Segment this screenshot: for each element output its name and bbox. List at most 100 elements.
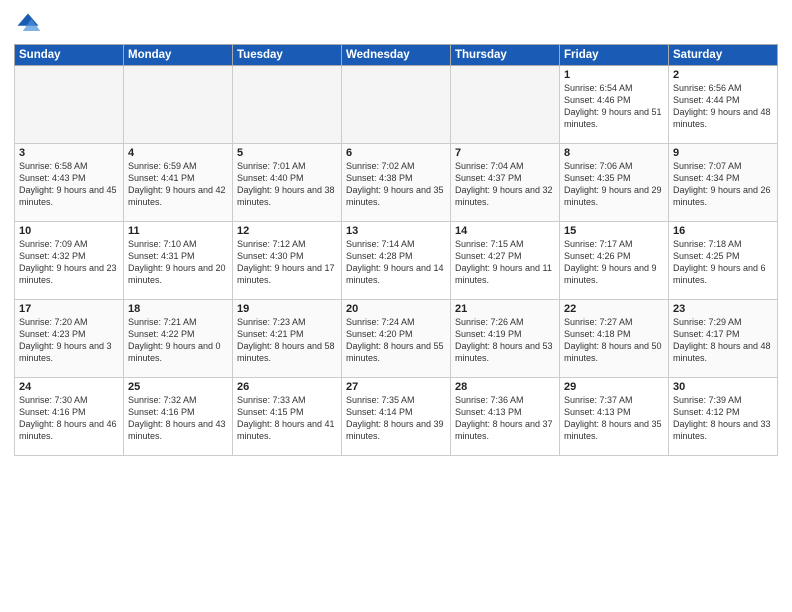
calendar-cell [15, 66, 124, 144]
calendar-cell: 15Sunrise: 7:17 AM Sunset: 4:26 PM Dayli… [560, 222, 669, 300]
day-info: Sunrise: 7:29 AM Sunset: 4:17 PM Dayligh… [673, 316, 773, 365]
day-number: 18 [128, 303, 228, 315]
day-number: 30 [673, 381, 773, 393]
day-number: 15 [564, 225, 664, 237]
day-info: Sunrise: 7:24 AM Sunset: 4:20 PM Dayligh… [346, 316, 446, 365]
calendar-cell: 6Sunrise: 7:02 AM Sunset: 4:38 PM Daylig… [342, 144, 451, 222]
day-info: Sunrise: 7:33 AM Sunset: 4:15 PM Dayligh… [237, 394, 337, 443]
day-info: Sunrise: 7:02 AM Sunset: 4:38 PM Dayligh… [346, 160, 446, 209]
calendar-cell: 13Sunrise: 7:14 AM Sunset: 4:28 PM Dayli… [342, 222, 451, 300]
day-info: Sunrise: 7:14 AM Sunset: 4:28 PM Dayligh… [346, 238, 446, 287]
calendar-week-3: 10Sunrise: 7:09 AM Sunset: 4:32 PM Dayli… [15, 222, 778, 300]
calendar-cell: 3Sunrise: 6:58 AM Sunset: 4:43 PM Daylig… [15, 144, 124, 222]
calendar-cell: 29Sunrise: 7:37 AM Sunset: 4:13 PM Dayli… [560, 378, 669, 456]
day-info: Sunrise: 7:01 AM Sunset: 4:40 PM Dayligh… [237, 160, 337, 209]
day-number: 11 [128, 225, 228, 237]
weekday-header-sunday: Sunday [15, 45, 124, 66]
calendar-cell: 24Sunrise: 7:30 AM Sunset: 4:16 PM Dayli… [15, 378, 124, 456]
day-info: Sunrise: 7:18 AM Sunset: 4:25 PM Dayligh… [673, 238, 773, 287]
calendar-cell: 20Sunrise: 7:24 AM Sunset: 4:20 PM Dayli… [342, 300, 451, 378]
day-info: Sunrise: 7:39 AM Sunset: 4:12 PM Dayligh… [673, 394, 773, 443]
day-info: Sunrise: 6:58 AM Sunset: 4:43 PM Dayligh… [19, 160, 119, 209]
calendar-cell [451, 66, 560, 144]
weekday-header-saturday: Saturday [669, 45, 778, 66]
day-info: Sunrise: 7:37 AM Sunset: 4:13 PM Dayligh… [564, 394, 664, 443]
calendar-table: SundayMondayTuesdayWednesdayThursdayFrid… [14, 44, 778, 456]
calendar-cell [124, 66, 233, 144]
day-info: Sunrise: 7:04 AM Sunset: 4:37 PM Dayligh… [455, 160, 555, 209]
day-info: Sunrise: 7:12 AM Sunset: 4:30 PM Dayligh… [237, 238, 337, 287]
day-number: 12 [237, 225, 337, 237]
calendar-cell: 30Sunrise: 7:39 AM Sunset: 4:12 PM Dayli… [669, 378, 778, 456]
calendar-cell: 4Sunrise: 6:59 AM Sunset: 4:41 PM Daylig… [124, 144, 233, 222]
logo-icon [14, 10, 42, 38]
calendar-cell: 26Sunrise: 7:33 AM Sunset: 4:15 PM Dayli… [233, 378, 342, 456]
day-info: Sunrise: 6:54 AM Sunset: 4:46 PM Dayligh… [564, 82, 664, 131]
calendar-week-2: 3Sunrise: 6:58 AM Sunset: 4:43 PM Daylig… [15, 144, 778, 222]
day-info: Sunrise: 7:23 AM Sunset: 4:21 PM Dayligh… [237, 316, 337, 365]
weekday-header-tuesday: Tuesday [233, 45, 342, 66]
day-number: 6 [346, 147, 446, 159]
calendar-cell: 7Sunrise: 7:04 AM Sunset: 4:37 PM Daylig… [451, 144, 560, 222]
day-number: 23 [673, 303, 773, 315]
day-info: Sunrise: 7:27 AM Sunset: 4:18 PM Dayligh… [564, 316, 664, 365]
calendar-cell: 2Sunrise: 6:56 AM Sunset: 4:44 PM Daylig… [669, 66, 778, 144]
calendar-cell [342, 66, 451, 144]
calendar-week-5: 24Sunrise: 7:30 AM Sunset: 4:16 PM Dayli… [15, 378, 778, 456]
calendar-cell: 16Sunrise: 7:18 AM Sunset: 4:25 PM Dayli… [669, 222, 778, 300]
weekday-header-friday: Friday [560, 45, 669, 66]
day-info: Sunrise: 7:06 AM Sunset: 4:35 PM Dayligh… [564, 160, 664, 209]
calendar-cell: 22Sunrise: 7:27 AM Sunset: 4:18 PM Dayli… [560, 300, 669, 378]
day-number: 8 [564, 147, 664, 159]
day-number: 28 [455, 381, 555, 393]
logo [14, 10, 46, 38]
day-info: Sunrise: 7:35 AM Sunset: 4:14 PM Dayligh… [346, 394, 446, 443]
header [14, 10, 778, 38]
day-number: 10 [19, 225, 119, 237]
calendar-cell [233, 66, 342, 144]
day-info: Sunrise: 7:20 AM Sunset: 4:23 PM Dayligh… [19, 316, 119, 365]
calendar-cell: 8Sunrise: 7:06 AM Sunset: 4:35 PM Daylig… [560, 144, 669, 222]
day-number: 24 [19, 381, 119, 393]
weekday-header-monday: Monday [124, 45, 233, 66]
day-number: 3 [19, 147, 119, 159]
calendar-cell: 25Sunrise: 7:32 AM Sunset: 4:16 PM Dayli… [124, 378, 233, 456]
day-info: Sunrise: 7:21 AM Sunset: 4:22 PM Dayligh… [128, 316, 228, 365]
calendar-week-1: 1Sunrise: 6:54 AM Sunset: 4:46 PM Daylig… [15, 66, 778, 144]
calendar-cell: 18Sunrise: 7:21 AM Sunset: 4:22 PM Dayli… [124, 300, 233, 378]
calendar-header-row: SundayMondayTuesdayWednesdayThursdayFrid… [15, 45, 778, 66]
day-info: Sunrise: 6:59 AM Sunset: 4:41 PM Dayligh… [128, 160, 228, 209]
weekday-header-wednesday: Wednesday [342, 45, 451, 66]
calendar-cell: 10Sunrise: 7:09 AM Sunset: 4:32 PM Dayli… [15, 222, 124, 300]
day-number: 2 [673, 69, 773, 81]
day-number: 25 [128, 381, 228, 393]
calendar-cell: 21Sunrise: 7:26 AM Sunset: 4:19 PM Dayli… [451, 300, 560, 378]
day-number: 17 [19, 303, 119, 315]
day-info: Sunrise: 7:30 AM Sunset: 4:16 PM Dayligh… [19, 394, 119, 443]
day-number: 16 [673, 225, 773, 237]
day-number: 19 [237, 303, 337, 315]
day-number: 1 [564, 69, 664, 81]
calendar-cell: 1Sunrise: 6:54 AM Sunset: 4:46 PM Daylig… [560, 66, 669, 144]
day-info: Sunrise: 7:10 AM Sunset: 4:31 PM Dayligh… [128, 238, 228, 287]
weekday-header-thursday: Thursday [451, 45, 560, 66]
day-info: Sunrise: 7:17 AM Sunset: 4:26 PM Dayligh… [564, 238, 664, 287]
day-number: 5 [237, 147, 337, 159]
calendar-cell: 12Sunrise: 7:12 AM Sunset: 4:30 PM Dayli… [233, 222, 342, 300]
day-number: 21 [455, 303, 555, 315]
day-info: Sunrise: 7:32 AM Sunset: 4:16 PM Dayligh… [128, 394, 228, 443]
day-info: Sunrise: 7:15 AM Sunset: 4:27 PM Dayligh… [455, 238, 555, 287]
page: SundayMondayTuesdayWednesdayThursdayFrid… [0, 0, 792, 612]
calendar-cell: 27Sunrise: 7:35 AM Sunset: 4:14 PM Dayli… [342, 378, 451, 456]
calendar-cell: 11Sunrise: 7:10 AM Sunset: 4:31 PM Dayli… [124, 222, 233, 300]
day-info: Sunrise: 6:56 AM Sunset: 4:44 PM Dayligh… [673, 82, 773, 131]
calendar-cell: 9Sunrise: 7:07 AM Sunset: 4:34 PM Daylig… [669, 144, 778, 222]
day-number: 4 [128, 147, 228, 159]
calendar-cell: 28Sunrise: 7:36 AM Sunset: 4:13 PM Dayli… [451, 378, 560, 456]
day-number: 13 [346, 225, 446, 237]
day-info: Sunrise: 7:09 AM Sunset: 4:32 PM Dayligh… [19, 238, 119, 287]
day-number: 20 [346, 303, 446, 315]
day-number: 29 [564, 381, 664, 393]
calendar-cell: 14Sunrise: 7:15 AM Sunset: 4:27 PM Dayli… [451, 222, 560, 300]
day-info: Sunrise: 7:26 AM Sunset: 4:19 PM Dayligh… [455, 316, 555, 365]
